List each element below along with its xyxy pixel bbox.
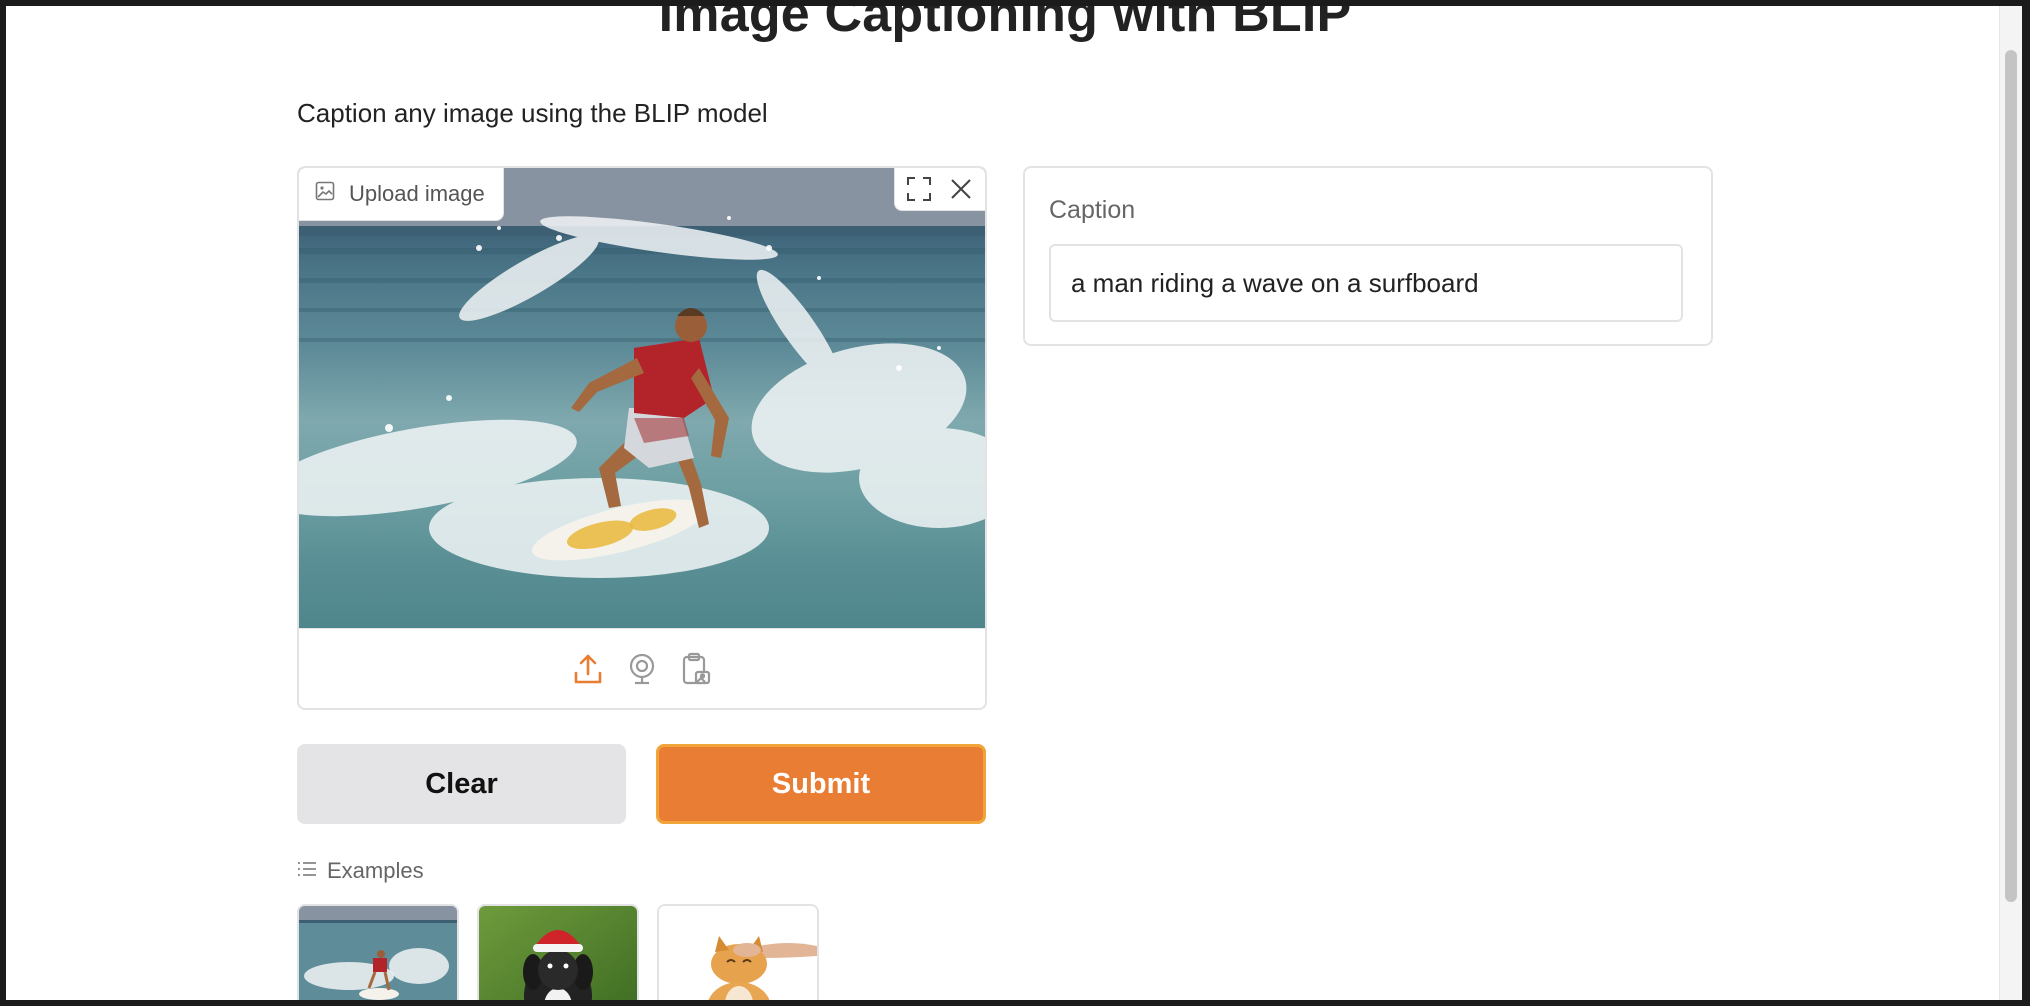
examples-label: Examples	[327, 858, 424, 883]
cat-thumbnail	[659, 906, 817, 1000]
surfer-image	[299, 168, 985, 578]
close-icon[interactable]	[943, 171, 979, 207]
upload-icon[interactable]	[570, 649, 606, 689]
page-description: Caption any image using the BLIP model	[297, 98, 768, 128]
page-scrollbar[interactable]	[1999, 6, 2022, 1000]
dog-thumbnail	[479, 906, 637, 1000]
image-input-label: Upload image	[299, 168, 504, 221]
caption-output-panel: Caption a man riding a wave on a surfboa…	[1023, 166, 1713, 346]
clear-button[interactable]: Clear	[297, 744, 626, 824]
submit-button[interactable]: Submit	[656, 744, 986, 824]
example-surfer[interactable]	[297, 904, 459, 1000]
page-title: Image Captioning with BLIP	[658, 6, 1352, 43]
example-cat[interactable]	[657, 904, 819, 1000]
image-icon	[315, 181, 335, 207]
image-input-label-text: Upload image	[349, 181, 485, 206]
caption-text: a man riding a wave on a surfboard	[1071, 267, 1479, 298]
scrollbar-thumb[interactable]	[2005, 50, 2017, 902]
caption-label: Caption	[1049, 196, 1136, 224]
list-icon	[297, 858, 317, 884]
browser-viewport: Image Captioning with BLIP Caption any i…	[6, 6, 2022, 1000]
example-dog[interactable]	[477, 904, 639, 1000]
surfer-thumbnail	[299, 906, 457, 1000]
examples-header: Examples	[297, 858, 424, 884]
clipboard-icon[interactable]	[678, 649, 714, 689]
uploaded-image[interactable]: Upload image	[299, 168, 985, 628]
image-source-bar	[299, 628, 985, 708]
image-input-panel[interactable]: Upload image	[297, 166, 987, 710]
webcam-icon[interactable]	[624, 649, 660, 689]
image-controls	[894, 168, 985, 211]
fullscreen-icon[interactable]	[901, 171, 937, 207]
caption-output-field[interactable]: a man riding a wave on a surfboard	[1049, 244, 1683, 322]
